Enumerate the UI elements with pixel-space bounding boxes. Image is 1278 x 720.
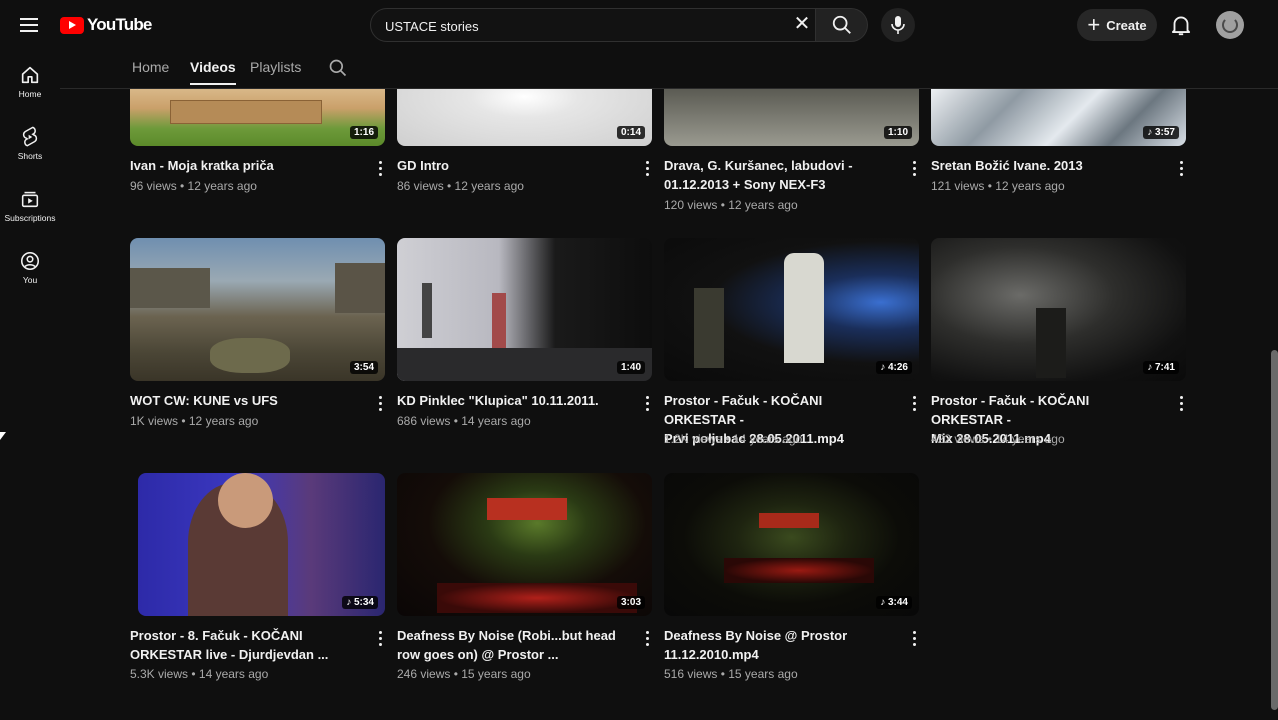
video-duration: 0:14 xyxy=(616,126,645,139)
video-duration: ♪ 7:41 xyxy=(1143,361,1179,374)
tab-playlists[interactable]: Playlists xyxy=(250,59,301,75)
tab-videos[interactable]: Videos xyxy=(190,59,236,85)
mouse-cursor-icon xyxy=(0,432,6,440)
video-thumbnail[interactable]: 1:16 xyxy=(130,88,385,146)
video-title[interactable]: WOT CW: KUNE vs UFS xyxy=(130,391,355,410)
video-title[interactable]: Sretan Božić Ivane. 2013 xyxy=(931,156,1156,175)
tab-home[interactable]: Home xyxy=(132,59,169,75)
video-meta: 422 views • 14 years ago xyxy=(931,432,1065,446)
video-thumbnail[interactable]: 1:10 xyxy=(664,88,919,146)
video-thumbnail[interactable]: 0:14 xyxy=(397,88,652,146)
video-meta: 686 views • 14 years ago xyxy=(397,414,531,428)
video-thumbnail[interactable]: 3:03 xyxy=(397,473,652,616)
more-options-icon[interactable] xyxy=(641,158,655,178)
video-meta: 1.2K views • 14 years ago xyxy=(664,432,803,446)
video-thumbnail[interactable]: 1:40 xyxy=(397,238,652,381)
more-options-icon[interactable] xyxy=(641,628,655,648)
video-meta: 96 views • 12 years ago xyxy=(130,179,257,193)
video-meta: 5.3K views • 14 years ago xyxy=(130,667,269,681)
video-duration: 3:03 xyxy=(616,596,645,609)
video-thumbnail[interactable]: ♪ 4:26 xyxy=(664,238,919,381)
video-meta: 246 views • 15 years ago xyxy=(397,667,531,681)
video-duration: 3:54 xyxy=(349,361,378,374)
more-options-icon[interactable] xyxy=(1175,393,1189,413)
search-icon xyxy=(329,59,347,77)
video-duration: ♪ 3:57 xyxy=(1143,126,1179,139)
video-duration: ♪ 5:34 xyxy=(342,596,378,609)
video-title[interactable]: GD Intro xyxy=(397,156,622,175)
more-options-icon[interactable] xyxy=(641,393,655,413)
video-thumbnail[interactable]: 3:54 xyxy=(130,238,385,381)
more-options-icon[interactable] xyxy=(908,158,922,178)
video-thumbnail[interactable]: ♪ 5:34 xyxy=(138,473,385,616)
video-grid: 1:16 Ivan - Moja kratka priča 96 views •… xyxy=(0,0,1278,720)
more-options-icon[interactable] xyxy=(374,158,388,178)
video-meta: 120 views • 12 years ago xyxy=(664,198,798,212)
video-meta: 516 views • 15 years ago xyxy=(664,667,798,681)
channel-tabs: Home Videos Playlists xyxy=(60,50,1278,89)
more-options-icon[interactable] xyxy=(908,628,922,648)
video-title[interactable]: Prostor - 8. Fačuk - KOČANI ORKESTAR live… xyxy=(130,626,355,664)
video-meta: 121 views • 12 years ago xyxy=(931,179,1065,193)
scrollbar[interactable] xyxy=(1271,350,1278,710)
more-options-icon[interactable] xyxy=(374,628,388,648)
video-duration: 1:16 xyxy=(349,126,378,139)
video-duration: ♪ 4:26 xyxy=(876,361,912,374)
video-title[interactable]: Ivan - Moja kratka priča xyxy=(130,156,355,175)
video-title[interactable]: Drava, G. Kuršanec, labudovi -01.12.2013… xyxy=(664,156,889,194)
video-duration: ♪ 3:44 xyxy=(876,596,912,609)
video-thumbnail[interactable]: ♪ 7:41 xyxy=(931,238,1186,381)
video-meta: 1K views • 12 years ago xyxy=(130,414,259,428)
video-title[interactable]: KD Pinklec "Klupica" 10.11.2011. xyxy=(397,391,622,410)
video-title[interactable]: Deafness By Noise (Robi...but head row go… xyxy=(397,626,622,664)
video-thumbnail[interactable]: ♪ 3:44 xyxy=(664,473,919,616)
more-options-icon[interactable] xyxy=(908,393,922,413)
video-duration: 1:10 xyxy=(883,126,912,139)
more-options-icon[interactable] xyxy=(1175,158,1189,178)
more-options-icon[interactable] xyxy=(374,393,388,413)
video-meta: 86 views • 12 years ago xyxy=(397,179,524,193)
video-thumbnail[interactable]: ♪ 3:57 xyxy=(931,88,1186,146)
channel-search-button[interactable] xyxy=(328,58,350,80)
video-duration: 1:40 xyxy=(616,361,645,374)
video-title[interactable]: Deafness By Noise @ Prostor 11.12.2010.mp… xyxy=(664,626,889,664)
